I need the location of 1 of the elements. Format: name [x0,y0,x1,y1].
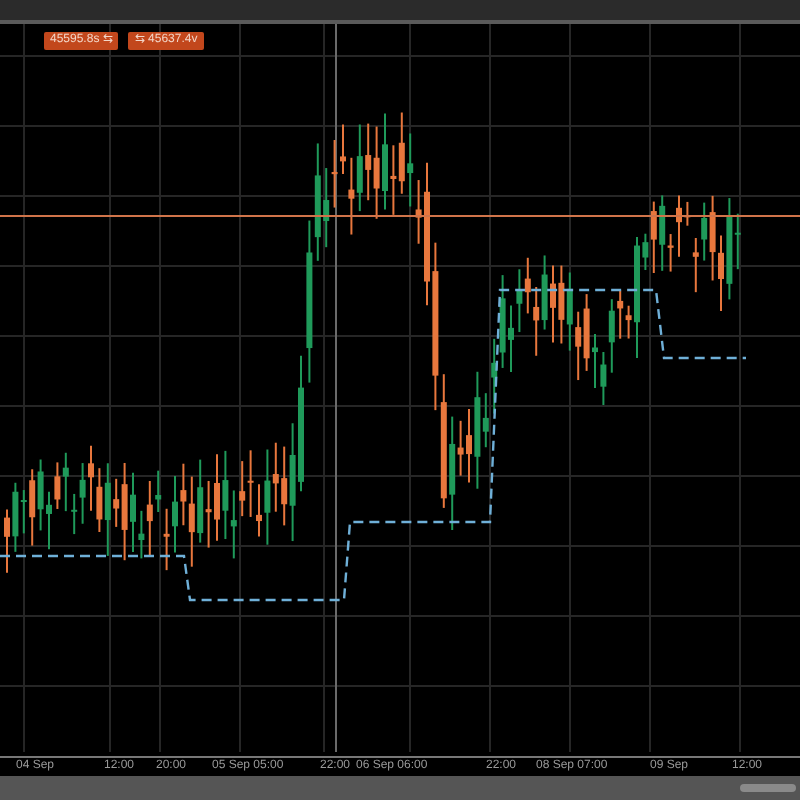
scroll-thumb[interactable] [740,784,796,792]
